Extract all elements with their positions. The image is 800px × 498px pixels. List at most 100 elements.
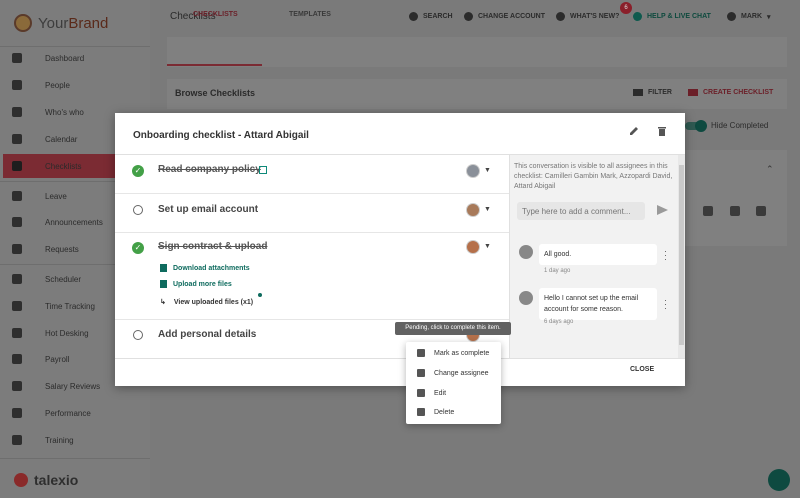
contacts-icon	[12, 107, 22, 117]
view-uploaded-files-link[interactable]: ↳ View uploaded files (x1)	[160, 298, 254, 307]
help-icon	[633, 12, 642, 21]
hide-completed-toggle[interactable]: Hide Completed	[685, 119, 769, 132]
sidebar-item-label: Announcements	[45, 217, 103, 227]
assignee-avatar[interactable]	[466, 164, 480, 178]
pending-circle-icon[interactable]	[133, 205, 143, 215]
run-icon	[12, 408, 22, 418]
task-label[interactable]: Read company policy	[158, 164, 261, 175]
chevron-down-icon[interactable]: ▼	[484, 167, 491, 174]
modal-footer-divider	[115, 358, 685, 359]
pencil-icon[interactable]	[730, 206, 740, 216]
toggle-switch[interactable]	[685, 119, 707, 132]
chevron-down-icon: ▾	[767, 13, 771, 21]
assignee-avatar[interactable]	[466, 240, 480, 254]
conversation-visibility-note: This conversation is visible to all assi…	[514, 163, 673, 190]
upload-files-link[interactable]: Upload more files	[160, 280, 232, 288]
change-account-button[interactable]: CHANGE ACCOUNT	[464, 12, 545, 21]
sidebar-item-training[interactable]: Training	[0, 428, 150, 452]
swap-icon	[464, 12, 473, 21]
modal-title: Onboarding checklist - Attard Abigail	[133, 130, 309, 141]
task-label[interactable]: Add personal details	[158, 329, 256, 340]
sidebar-item-performance[interactable]: Performance	[0, 401, 150, 425]
checklist-icon[interactable]	[703, 206, 713, 216]
menu-item-change-assignee[interactable]: Change assignee	[406, 363, 501, 383]
assignee-avatar[interactable]	[466, 203, 480, 217]
filter-label: FILTER	[648, 89, 672, 96]
edit-icon[interactable]	[629, 126, 639, 136]
menu-item-delete[interactable]: Delete	[406, 402, 501, 422]
sidebar-item-label: Leave	[45, 191, 67, 201]
completed-check-icon[interactable]: ✓	[132, 165, 144, 177]
completed-check-icon[interactable]: ✓	[132, 242, 144, 254]
sidebar-item-label: Hot Desking	[45, 328, 89, 338]
send-icon[interactable]	[657, 205, 668, 215]
talexio-text: talexio	[34, 472, 79, 488]
close-button[interactable]: CLOSE	[630, 366, 654, 373]
chevron-down-icon[interactable]: ▼	[484, 243, 491, 250]
sidebar-item-label: Checklists	[45, 161, 82, 171]
trash-icon	[417, 408, 425, 416]
menu-item-mark-complete[interactable]: Mark as complete	[406, 343, 501, 363]
sidebar-item-label: Calendar	[45, 134, 78, 144]
sidebar-item-label: Performance	[45, 408, 91, 418]
search-label: SEARCH	[423, 13, 453, 20]
external-link-icon[interactable]	[259, 166, 267, 174]
brand-name: YourBrand	[38, 14, 109, 32]
more-vert-icon[interactable]: · · ·	[664, 247, 667, 264]
check-icon	[417, 349, 425, 357]
stopwatch-icon	[12, 301, 22, 311]
whats-new-badge: 6	[620, 2, 632, 14]
menu-item-label: Change assignee	[434, 369, 489, 377]
whats-new-label: WHAT'S NEW?	[570, 13, 620, 20]
whats-new-button[interactable]: WHAT'S NEW?	[556, 12, 619, 21]
pending-circle-icon[interactable]	[133, 330, 143, 340]
brand-logo[interactable]: YourBrand	[14, 12, 108, 34]
active-tab-indicator	[167, 64, 262, 66]
requests-icon	[12, 244, 22, 254]
message-time: 6 days ago	[544, 319, 574, 325]
tab-checklists[interactable]: CHECKLISTS	[193, 11, 238, 18]
talexio-logo: talexio	[14, 472, 78, 488]
task-label[interactable]: Set up email account	[158, 204, 258, 215]
dashboard-icon	[12, 53, 22, 63]
rocket-logo-icon	[14, 14, 32, 32]
checklist-fab-button[interactable]	[768, 469, 790, 491]
view-uploaded-files-label: View uploaded files (x1)	[173, 298, 254, 306]
sidebar-item-label: Dashboard	[45, 53, 85, 63]
menu-item-label: Delete	[434, 408, 455, 416]
create-checklist-button[interactable]: CREATE CHECKLIST	[688, 89, 773, 96]
people-icon	[12, 80, 22, 90]
more-vert-icon[interactable]: · · ·	[664, 296, 667, 313]
help-live-chat-button[interactable]: HELP & LIVE CHAT	[633, 12, 711, 21]
sidebar-item-dashboard[interactable]: Dashboard	[0, 46, 150, 70]
download-attachments-link[interactable]: Download attachments	[160, 264, 250, 272]
chevron-down-icon[interactable]: ▼	[484, 206, 491, 213]
delete-icon[interactable]	[657, 126, 667, 136]
sidebar-item-label: Payroll	[45, 354, 70, 364]
search-icon	[409, 12, 418, 21]
tabs-bar	[167, 37, 787, 67]
create-checklist-label: CREATE CHECKLIST	[703, 89, 774, 96]
checklist-icon	[12, 161, 22, 171]
user-menu[interactable]: MARK ▾	[727, 12, 771, 21]
euro-icon	[12, 354, 22, 364]
menu-item-label: Edit	[434, 389, 447, 397]
new-file-indicator	[258, 293, 262, 297]
search-button[interactable]: SEARCH	[409, 12, 453, 21]
task-label[interactable]: Sign contract & upload	[158, 241, 267, 252]
scrollbar-thumb[interactable]	[679, 165, 684, 345]
comment-input[interactable]	[517, 202, 645, 220]
trash-icon[interactable]	[756, 206, 766, 216]
tab-templates[interactable]: TEMPLATES	[289, 11, 331, 18]
filter-button[interactable]: FILTER	[633, 89, 672, 96]
hide-completed-label: Hide Completed	[711, 121, 769, 130]
pencil-icon	[417, 389, 425, 397]
message-bubble: Hello I cannot set up the email account …	[539, 288, 657, 320]
menu-item-edit[interactable]: Edit	[406, 383, 501, 403]
sidebar-item-label: Training	[45, 435, 74, 445]
browse-title: Browse Checklists	[175, 88, 256, 98]
upload-files-label: Upload more files	[173, 280, 232, 288]
message-time: 1 day ago	[544, 268, 571, 274]
chevron-up-icon[interactable]: ⌃	[766, 164, 776, 174]
sidebar-item-people[interactable]: People	[0, 73, 150, 97]
